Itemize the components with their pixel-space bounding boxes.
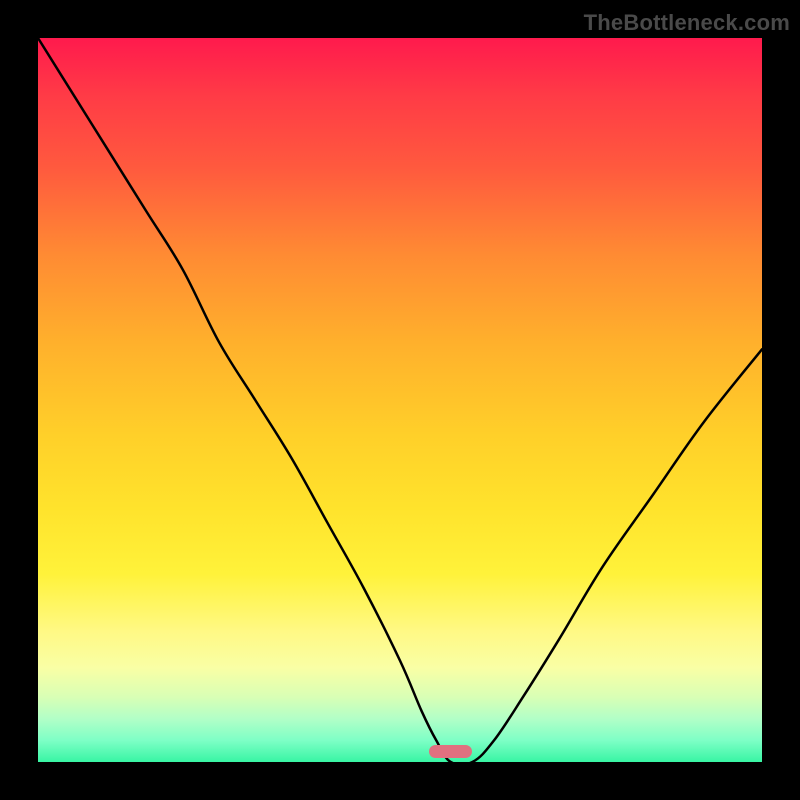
bottleneck-curve: [38, 38, 762, 762]
chart-frame: TheBottleneck.com: [0, 0, 800, 800]
watermark: TheBottleneck.com: [584, 10, 790, 36]
plot-area: [38, 38, 762, 762]
optimal-marker: [429, 745, 472, 758]
